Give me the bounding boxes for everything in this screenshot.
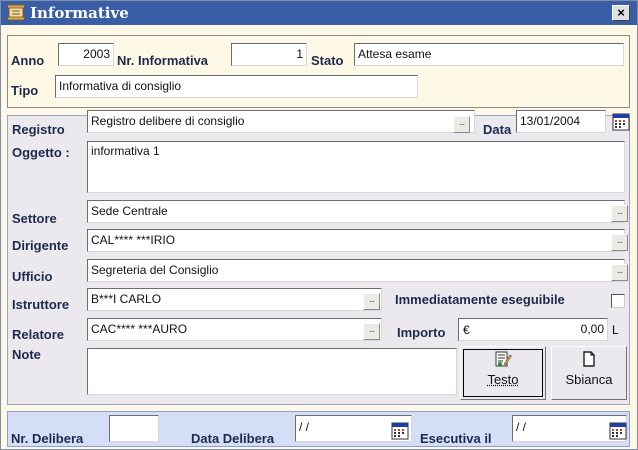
dirigente-field[interactable]: CAL**** ***IRIO [87, 229, 625, 252]
dirigente-label: Dirigente [12, 238, 69, 253]
title-bar: Informative × [1, 1, 637, 25]
blank-page-icon [583, 351, 595, 367]
oggetto-label: Oggetto : [12, 145, 70, 160]
data-label: Data [483, 122, 512, 137]
anno-field[interactable]: 2003 [58, 43, 114, 66]
calendar-icon[interactable] [612, 112, 630, 131]
relatore-lookup-button[interactable]: ... [363, 323, 380, 340]
istruttore-label: Istruttore [12, 297, 70, 312]
header-panel: Anno 2003 Nr. Informativa 1 Stato Attesa… [7, 35, 630, 108]
nr-delibera-field[interactable] [109, 415, 159, 442]
registro-label: Registro [12, 122, 65, 137]
delibera-panel: Nr. Delibera Data Delibera / / Esecutiva… [7, 411, 630, 447]
data-delibera-label: Data Delibera [191, 431, 275, 446]
ufficio-label: Ufficio [12, 269, 53, 284]
importo-label: Importo [397, 325, 446, 340]
oggetto-field[interactable]: informativa 1 [87, 141, 625, 193]
testo-label: Testo [487, 372, 519, 387]
importo-unit: L [612, 323, 619, 337]
window-title: Informative [30, 4, 129, 22]
informative-window: Informative × Anno 2003 Nr. Informativa … [0, 0, 638, 450]
scroll-icon [7, 4, 25, 21]
immediatamente-eseguibile-label: Immediatamente eseguibile [395, 292, 565, 307]
nr-informativa-field[interactable]: 1 [231, 43, 307, 66]
calendar-icon[interactable] [609, 421, 627, 440]
relatore-label: Relatore [12, 327, 65, 342]
note-field[interactable] [87, 348, 457, 395]
stato-label: Stato [311, 53, 344, 68]
sbianca-label: Sbianca [565, 372, 613, 387]
document-edit-icon [495, 351, 512, 367]
istruttore-field[interactable]: B***I CARLO [87, 288, 382, 311]
ufficio-lookup-button[interactable]: ... [611, 264, 628, 281]
main-panel: Registro Registro delibere di consiglio … [7, 110, 630, 405]
note-label: Note [12, 347, 41, 362]
registro-field[interactable]: Registro delibere di consiglio [87, 110, 475, 133]
calendar-icon[interactable] [391, 421, 409, 440]
tipo-field[interactable]: Informativa di consiglio [55, 75, 418, 98]
testo-button[interactable]: Testo [460, 346, 546, 400]
settore-label: Settore [12, 211, 57, 226]
registro-lookup-button[interactable]: ... [453, 116, 470, 133]
currency-symbol: € [463, 323, 470, 337]
close-button[interactable]: × [612, 5, 630, 21]
immediatamente-eseguibile-checkbox[interactable] [611, 294, 625, 308]
data-field[interactable]: 13/01/2004 [516, 110, 606, 133]
relatore-field[interactable]: CAC**** ***AURO [87, 318, 382, 341]
settore-field[interactable]: Sede Centrale [87, 200, 625, 223]
anno-label: Anno [11, 53, 45, 68]
tipo-label: Tipo [11, 83, 39, 98]
stato-field[interactable]: Attesa esame [354, 43, 624, 66]
esecutiva-il-label: Esecutiva il [420, 431, 492, 446]
istruttore-lookup-button[interactable]: ... [363, 293, 380, 310]
settore-lookup-button[interactable]: ... [611, 205, 628, 222]
importo-value: 0,00 [580, 322, 604, 336]
sbianca-button[interactable]: Sbianca [551, 346, 627, 400]
dirigente-lookup-button[interactable]: ... [611, 234, 628, 251]
importo-field[interactable]: € 0,00 [458, 318, 608, 341]
nr-informativa-label: Nr. Informativa [117, 53, 209, 68]
nr-delibera-label: Nr. Delibera [11, 431, 84, 446]
ufficio-field[interactable]: Segreteria del Consiglio [87, 259, 625, 282]
